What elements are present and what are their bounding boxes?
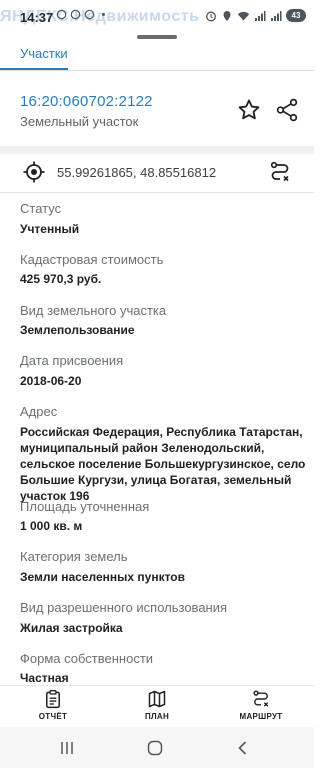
ownership-value: Частная	[20, 671, 69, 685]
map-icon	[148, 690, 166, 708]
recents-button[interactable]	[58, 739, 76, 757]
recents-icon	[61, 742, 73, 754]
alarm-icon	[206, 11, 216, 21]
signal-icon	[255, 10, 266, 21]
wifi-icon	[237, 11, 250, 20]
favorite-button[interactable]	[236, 97, 262, 123]
report-icon	[46, 690, 60, 709]
share-button[interactable]	[274, 97, 300, 123]
land-category-label: Категория земель	[20, 549, 128, 564]
dot-icon	[102, 13, 105, 16]
locate-button[interactable]	[22, 160, 46, 184]
location-icon	[223, 10, 231, 21]
object-type: Земельный участок	[20, 114, 139, 129]
route-icon	[270, 161, 289, 182]
plan-button[interactable]: ПЛАН	[117, 688, 197, 726]
coordinates-row: 55.99261865, 48.85516812	[0, 156, 314, 190]
permitted-use-value: Жилая застройка	[20, 621, 123, 635]
status-label: Статус	[20, 201, 62, 216]
notification-icons	[56, 9, 109, 20]
system-indicators: 43	[205, 9, 306, 22]
signal-icon	[271, 10, 282, 21]
report-label: ОТЧЁТ	[38, 712, 68, 721]
divider	[0, 192, 314, 193]
whatsapp-icon	[70, 9, 81, 20]
route-icon	[253, 690, 269, 707]
back-icon	[238, 741, 247, 755]
whatsapp-icon	[56, 9, 67, 20]
land-type-value: Землепользование	[20, 323, 135, 337]
land-category-value: Земли населенных пунктов	[20, 570, 186, 584]
home-icon	[147, 740, 163, 756]
area-value: 1 000 кв. м	[20, 519, 83, 533]
route-clear-button[interactable]	[268, 160, 292, 184]
battery-indicator: 43	[286, 9, 306, 22]
target-icon	[23, 161, 45, 183]
route-label: МАРШРУТ	[239, 712, 283, 721]
coordinates-text[interactable]: 55.99261865, 48.85516812	[57, 165, 216, 180]
home-button[interactable]	[146, 739, 164, 757]
divider	[0, 70, 314, 71]
report-button[interactable]: ОТЧЁТ	[13, 688, 93, 726]
share-icon	[276, 98, 298, 122]
tab-parcels[interactable]: Участки	[0, 40, 68, 70]
land-type-label: Вид земельного участка	[20, 303, 167, 318]
section-divider	[0, 146, 314, 154]
plan-label: ПЛАН	[144, 712, 170, 721]
permitted-use-label: Вид разрешенного использования	[20, 600, 228, 615]
address-value: Российская Федерация, Республика Татарст…	[20, 425, 306, 503]
status-bar: ЯНДЕКС.Недвижимость 14:37 43	[0, 0, 314, 36]
route-button[interactable]: МАРШРУТ	[221, 688, 301, 726]
bottom-action-bar: ОТЧЁТ ПЛАН МАРШРУТ	[0, 685, 314, 727]
status-value: Учтенный	[20, 222, 80, 236]
area-label: Площадь уточненная	[20, 499, 150, 514]
system-navigation-bar	[0, 727, 314, 768]
cadastral-value-label: Кадастровая стоимость	[20, 252, 164, 267]
address-label: Адрес	[20, 404, 58, 419]
sheet-drag-handle[interactable]	[137, 35, 177, 39]
cadastral-number[interactable]: 16:20:060702:2122	[20, 93, 153, 110]
date-label: Дата присвоения	[20, 353, 124, 368]
back-button[interactable]	[234, 739, 252, 757]
date-value: 2018-06-20	[20, 374, 82, 388]
cadastral-value: 425 970,3 руб.	[20, 272, 102, 286]
messenger-icon	[84, 9, 95, 20]
ownership-label: Форма собственности	[20, 651, 154, 666]
tab-label: Участки	[20, 46, 68, 61]
status-time: 14:37	[20, 10, 54, 25]
star-icon	[238, 99, 260, 120]
